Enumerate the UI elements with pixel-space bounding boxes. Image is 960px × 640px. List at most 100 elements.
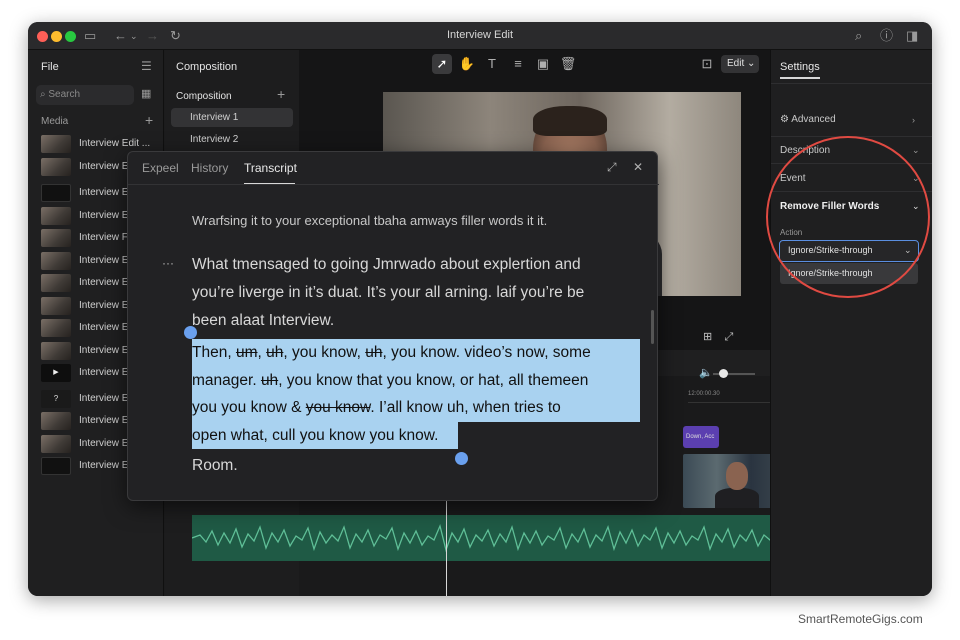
- text-span: , you know. video’s now, some: [382, 344, 591, 361]
- highlight-line: Then, um, uh, you know, uh, you know. vi…: [192, 339, 640, 367]
- media-thumbnail: [41, 319, 71, 337]
- highlight-line: manager. uh, you know that you know, or …: [192, 366, 640, 394]
- text-span: , you know that you know, or hat, all th…: [278, 371, 589, 389]
- annotation-circle: [766, 136, 930, 298]
- composition-item[interactable]: Interview 2: [171, 130, 293, 149]
- filler-word: uh: [266, 344, 284, 361]
- text-tool-icon[interactable]: T: [482, 54, 502, 74]
- media-item-label: Interview Edit ...: [79, 138, 151, 149]
- tab-history[interactable]: History: [191, 161, 228, 175]
- transcript-line: Room.: [192, 457, 238, 474]
- more-options-icon[interactable]: ···: [162, 256, 174, 270]
- media-thumbnail: [41, 184, 71, 202]
- selection-end-handle[interactable]: [455, 452, 468, 465]
- filler-word: um: [235, 344, 258, 361]
- save-icon[interactable]: ▣: [533, 54, 553, 74]
- fit-icon[interactable]: ⊞: [703, 331, 712, 343]
- add-composition-icon[interactable]: +: [277, 86, 285, 102]
- tab-settings[interactable]: Settings: [780, 61, 820, 73]
- media-thumbnail: [41, 252, 71, 270]
- volume-slider-knob[interactable]: [719, 369, 728, 378]
- media-label: Media: [41, 116, 69, 127]
- timeline-ruler: 12:00:00.30: [688, 391, 770, 403]
- text-span: manager.: [192, 371, 261, 389]
- composition-header: Composition: [176, 61, 238, 73]
- filler-word: you know: [305, 399, 371, 416]
- tab-transcript[interactable]: Transcript: [244, 161, 297, 175]
- transcript-line: you’re liverge in it’s duat. It’s your a…: [192, 284, 585, 301]
- expand-icon[interactable]: ⤢: [607, 160, 617, 175]
- transcript-line: Wrarfsing it to your exceptional tbaha a…: [192, 213, 548, 228]
- edit-mode-button[interactable]: Edit ⌄: [721, 55, 759, 73]
- speaker-hair: [533, 106, 607, 136]
- transcript-paragraph[interactable]: What tmensaged to going Jmrwado about ex…: [192, 251, 632, 335]
- inbox-icon[interactable]: ⊡: [697, 54, 717, 74]
- play-icon: ▶: [41, 364, 71, 382]
- chevron-right-icon[interactable]: ›: [912, 115, 915, 125]
- media-thumbnail: [41, 435, 71, 453]
- fullscreen-icon[interactable]: ⤢: [724, 331, 733, 343]
- close-icon[interactable]: ✕: [633, 160, 643, 174]
- tab-underline: [780, 77, 820, 79]
- title-bar: ▭ ← ⌄ → ↻ Interview Edit ⌕ ⓘ ◨: [28, 22, 932, 50]
- audio-waveform: [191, 523, 797, 553]
- grid-view-icon[interactable]: ▦: [141, 87, 151, 100]
- gear-icon: ⚙: [780, 114, 789, 125]
- inspector-toggle-icon[interactable]: ◨: [906, 27, 918, 45]
- title-clip[interactable]: Down, Acc: [683, 426, 719, 448]
- media-thumbnail: [41, 207, 71, 225]
- hand-tool-icon[interactable]: ✋: [457, 54, 477, 74]
- clip-thumbnail-head: [726, 462, 748, 490]
- tab-expeel[interactable]: Expeel: [142, 161, 179, 175]
- media-thumbnail: [41, 297, 71, 315]
- video-controls: ⊞ ⤢: [703, 330, 733, 344]
- divider: [128, 184, 659, 185]
- transcript-line: What tmensaged to going Jmrwado about ex…: [192, 256, 581, 273]
- transcript-panel: Expeel History Transcript ⤢ ✕ Wrarfsing …: [127, 151, 659, 501]
- search-icon[interactable]: ⌕: [855, 27, 862, 45]
- transcript-line: been alaat Interview.: [192, 312, 335, 329]
- text-span: Then,: [192, 344, 236, 361]
- highlight-line: you you know & you know. I’all know uh, …: [192, 394, 640, 422]
- window-title: Interview Edit: [446, 29, 514, 41]
- selected-text[interactable]: Then, um, uh, you know, uh, you know. vi…: [192, 339, 640, 449]
- filter-icon[interactable]: ☰: [141, 59, 152, 73]
- text-span: ,: [257, 344, 267, 361]
- edit-mode-label: Edit: [727, 58, 745, 69]
- divider: [771, 83, 932, 84]
- media-thumbnail: [41, 229, 71, 247]
- clip-label: Down, Acc: [686, 434, 715, 440]
- help-icon[interactable]: ⓘ: [880, 27, 893, 45]
- filler-word: uh: [365, 344, 383, 361]
- text-span: . I’all know uh, when tries to: [370, 399, 561, 416]
- highlight-line: open what, cull you know you know.: [192, 421, 458, 449]
- media-thumbnail: [41, 274, 71, 292]
- unknown-media-icon: ?: [41, 390, 71, 408]
- volume-icon[interactable]: 🔈: [699, 366, 713, 379]
- filler-word: uh: [260, 371, 279, 389]
- watermark: SmartRemoteGigs.com: [798, 612, 923, 626]
- advanced-label: Advanced: [791, 114, 836, 125]
- add-media-icon[interactable]: +: [145, 112, 153, 128]
- trash-icon[interactable]: 🗑: [558, 54, 578, 74]
- audio-track[interactable]: [191, 515, 797, 561]
- select-tool-icon[interactable]: ➚: [432, 54, 452, 74]
- text-span: , you know,: [283, 344, 366, 361]
- advanced-row[interactable]: ⚙ Advanced: [780, 114, 836, 125]
- search-placeholder: Search: [48, 89, 81, 100]
- text-span: you you know &: [192, 399, 306, 416]
- settings-panel: Settings ⚙ Advanced › Description ⌄ Even…: [770, 50, 932, 596]
- clip-thumbnail-body: [715, 488, 759, 508]
- align-icon[interactable]: ≡: [508, 54, 528, 74]
- search-input[interactable]: ⌕ Search: [36, 85, 134, 105]
- chevron-down-icon[interactable]: ⌄: [912, 145, 920, 156]
- composition-item[interactable]: Interview 1: [171, 108, 293, 127]
- media-thumbnail: [41, 158, 71, 176]
- editor-toolbar: ➚ ✋ T ≡ ▣ 🗑 ⊡ Edit ⌄: [299, 50, 770, 78]
- transcript-scrollbar[interactable]: [651, 310, 654, 344]
- composition-subheader: Composition: [176, 91, 232, 102]
- media-thumbnail: [41, 457, 71, 475]
- selection-start-handle[interactable]: [184, 326, 197, 339]
- file-panel-title: File: [41, 61, 59, 73]
- media-thumbnail: [41, 412, 71, 430]
